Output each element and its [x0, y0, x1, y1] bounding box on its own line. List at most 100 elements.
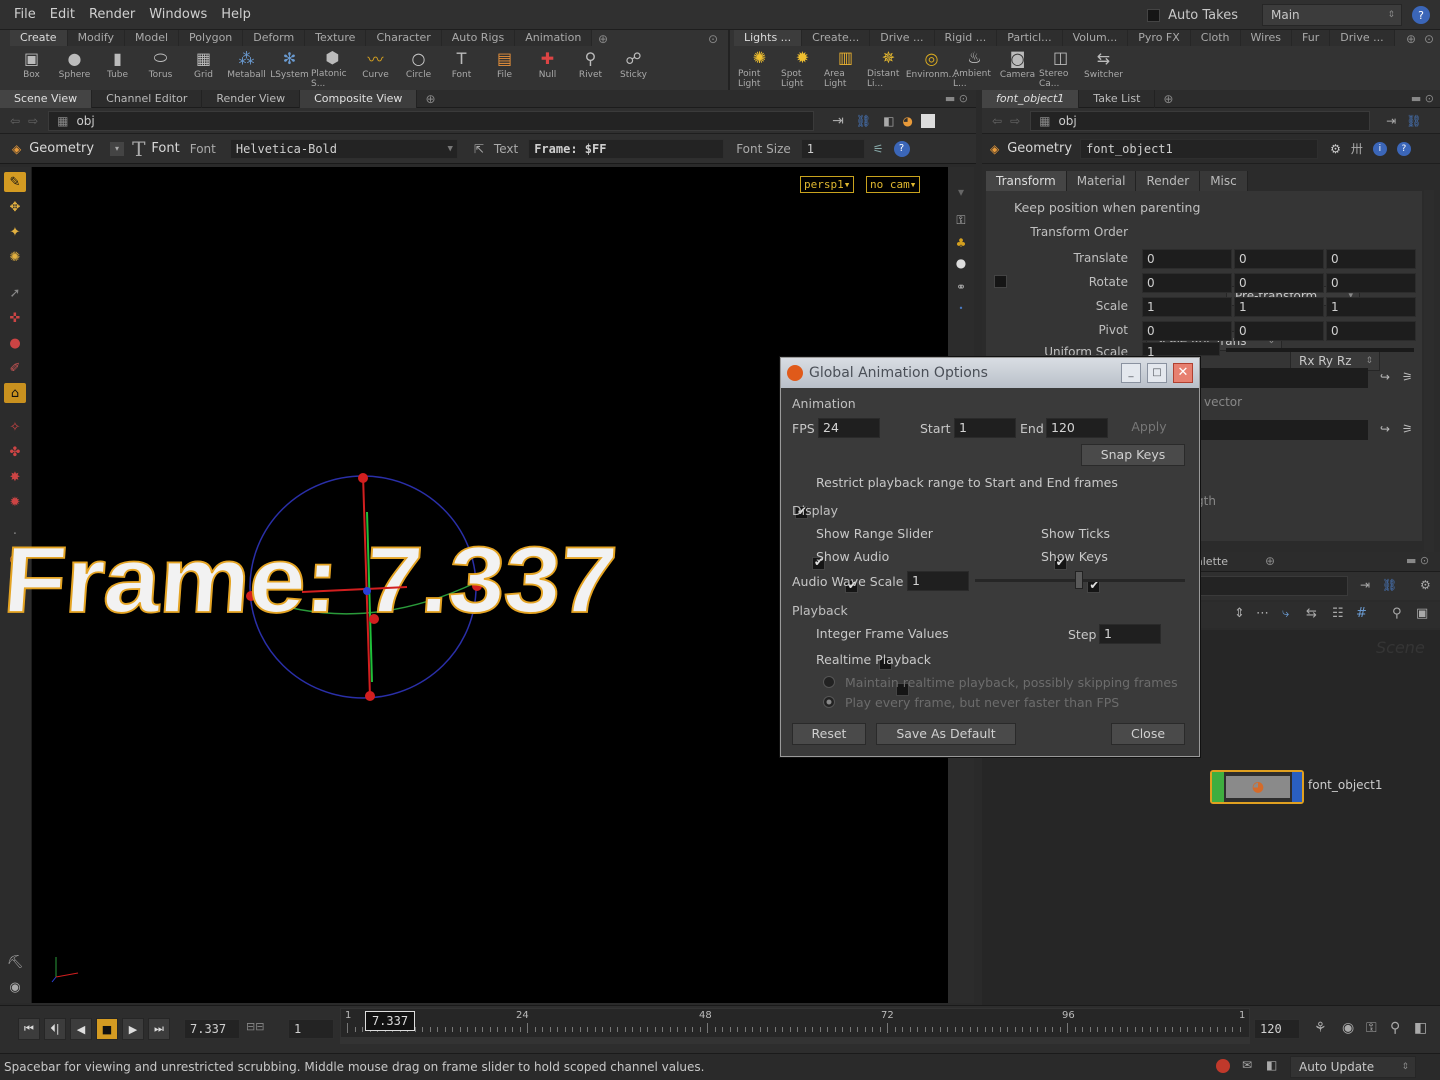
shelf-tool[interactable]: ◙ Camera: [996, 48, 1039, 88]
align-icon[interactable]: ⇆: [1306, 606, 1317, 621]
shelf-tab[interactable]: Volum...: [1062, 30, 1129, 46]
menu-edit[interactable]: Edit: [50, 7, 75, 22]
gear-icon[interactable]: ⚙: [1420, 578, 1431, 592]
frame-marker[interactable]: 7.337: [365, 1011, 415, 1031]
snap-keys-button[interactable]: Snap Keys: [1081, 444, 1185, 466]
desktop-selector[interactable]: Main ⇕: [1262, 4, 1402, 26]
parm-field-scale-x[interactable]: 1: [1142, 297, 1232, 317]
frame-step-icon[interactable]: ⊟⊟: [246, 1020, 264, 1033]
font-field[interactable]: Helvetica-Bold ▼: [229, 138, 458, 159]
help-icon[interactable]: ?: [1412, 6, 1430, 24]
shelf-tab[interactable]: Create: [10, 30, 68, 46]
shelf-tool[interactable]: ⬢ Platonic S...: [311, 48, 354, 89]
menu-render[interactable]: Render: [89, 7, 135, 22]
text-field[interactable]: Frame: $FF: [528, 138, 725, 159]
path-field[interactable]: ▦ obj: [1030, 110, 1371, 131]
parm-field-translate-y[interactable]: 0: [1234, 249, 1324, 269]
auto-update-menu[interactable]: Auto Update ⇕: [1290, 1056, 1416, 1078]
rotate-tool-icon[interactable]: ✦: [4, 222, 26, 242]
shelf-tab[interactable]: Texture: [305, 30, 367, 46]
edit-icon[interactable]: ✐: [4, 358, 26, 378]
dialog-titlebar[interactable]: Global Animation Options _ □ ✕: [781, 358, 1199, 388]
help-icon[interactable]: ?: [1396, 141, 1411, 156]
parm-field-pivot-x[interactable]: 0: [1142, 321, 1232, 341]
pane-menu-icon[interactable]: ▬ ⊙: [945, 92, 968, 105]
dropdown-icon[interactable]: ▾: [110, 141, 125, 156]
node-name-field[interactable]: font_object1: [1080, 138, 1319, 159]
shelf-tab[interactable]: Particl...: [997, 30, 1063, 46]
shelf-tab[interactable]: Wires: [1240, 30, 1293, 46]
add-tab-icon[interactable]: ⊕: [425, 92, 435, 106]
node-font-object1[interactable]: ◕: [1210, 770, 1304, 804]
shelf-tool[interactable]: ⬭ Torus: [139, 48, 182, 88]
add-tab-icon[interactable]: ⊕: [1406, 32, 1416, 46]
shelf-tab[interactable]: Lights ...: [734, 30, 803, 46]
shelf-tab[interactable]: Auto Rigs: [441, 30, 516, 46]
tab-scene-view[interactable]: Scene View: [0, 89, 93, 108]
paint-icon[interactable]: ✹: [4, 492, 26, 512]
apply-button[interactable]: Apply: [1117, 416, 1181, 438]
end-frame-field[interactable]: 120: [1254, 1019, 1300, 1039]
every-frame-radio[interactable]: [823, 696, 835, 708]
shelf-tab[interactable]: Animation: [515, 30, 593, 46]
scope-icon[interactable]: ⚲: [1390, 1020, 1400, 1036]
tab-composite-view[interactable]: Composite View: [300, 89, 418, 108]
shelf-tool[interactable]: ▦ Grid: [182, 48, 225, 88]
handle-icon[interactable]: ✜: [4, 308, 26, 328]
link-icon[interactable]: ⛓: [856, 114, 871, 128]
audio-wave-scale-field[interactable]: 1: [907, 571, 969, 591]
shading-icon[interactable]: ●: [948, 256, 974, 270]
jump-start-icon[interactable]: ⏮: [18, 1018, 40, 1040]
tab-take-list[interactable]: Take List: [1079, 89, 1156, 108]
edit-parms-icon[interactable]: 卅: [1351, 140, 1363, 157]
triangle-icon[interactable]: ▾: [948, 185, 974, 199]
options-icon[interactable]: ◧: [1414, 1020, 1427, 1036]
shelf-tab[interactable]: Character: [366, 30, 442, 46]
pin-icon[interactable]: ⇥: [832, 113, 844, 129]
stop-icon[interactable]: ■: [96, 1018, 118, 1040]
end-field[interactable]: 120: [1046, 418, 1108, 438]
shelf-tab[interactable]: Pyro FX: [1128, 30, 1191, 46]
connect-icon[interactable]: ⋯: [1256, 606, 1269, 621]
link-icon[interactable]: ⛓: [1406, 114, 1421, 128]
tab-palette[interactable]: alette: [1196, 555, 1228, 568]
forward-arrow-icon[interactable]: ⇨: [28, 114, 38, 128]
reset-button[interactable]: Reset: [792, 723, 866, 745]
jump-end-icon[interactable]: ⏭: [148, 1018, 170, 1040]
shelf-tool[interactable]: ◫ Stereo Ca...: [1039, 48, 1082, 89]
scale-tool-icon[interactable]: ✺: [4, 247, 26, 267]
dot-icon[interactable]: •: [948, 304, 974, 313]
range-slider[interactable]: [341, 1037, 1249, 1043]
pane-menu-icon[interactable]: ▬ ⊙: [1411, 92, 1434, 105]
fontsize-field[interactable]: 1: [800, 138, 865, 159]
shelf-tab[interactable]: Rigid ...: [934, 30, 998, 46]
grid-icon[interactable]: #: [1356, 606, 1367, 621]
save-as-default-button[interactable]: Save As Default: [876, 723, 1016, 745]
lock-camera-icon[interactable]: ⚿: [948, 213, 974, 228]
channel-icon[interactable]: ⚞: [1402, 422, 1413, 436]
shelf-tool[interactable]: ✹ Spot Light: [781, 48, 824, 89]
shelf-tab[interactable]: Create...: [802, 30, 871, 46]
camera-view-icon[interactable]: ◧: [883, 114, 894, 128]
link-icon[interactable]: ⛓: [1382, 578, 1397, 592]
parm-field-translate-x[interactable]: 0: [1142, 249, 1232, 269]
display-icon[interactable]: [920, 113, 935, 128]
light-icon[interactable]: ♣: [948, 236, 974, 250]
zoom-icon[interactable]: ⚲: [1392, 606, 1402, 621]
step-field[interactable]: 1: [288, 1019, 334, 1039]
error-icon[interactable]: [1216, 1059, 1230, 1073]
help-icon[interactable]: ?: [893, 140, 910, 157]
realtime-icon[interactable]: ◉: [1342, 1020, 1354, 1036]
shelf-tool[interactable]: ⇆ Switcher: [1082, 48, 1125, 88]
add-tab-icon[interactable]: ⊕: [598, 32, 608, 46]
shelf-tab[interactable]: Deform: [243, 30, 306, 46]
shelf-menu-icon[interactable]: ⊙: [1424, 32, 1434, 46]
shelf-tool[interactable]: ☍ Sticky: [612, 48, 655, 88]
move-tool-icon[interactable]: ✥: [4, 197, 26, 217]
shelf-tool[interactable]: T Font: [440, 48, 483, 88]
play-reverse-icon[interactable]: ◀: [70, 1018, 92, 1040]
hidden-field-2[interactable]: [1200, 420, 1368, 440]
add-tab-icon[interactable]: ⊕: [1163, 92, 1173, 106]
parm-field-scale-z[interactable]: 1: [1326, 297, 1416, 317]
shelf-tab[interactable]: Drive ...: [870, 30, 935, 46]
